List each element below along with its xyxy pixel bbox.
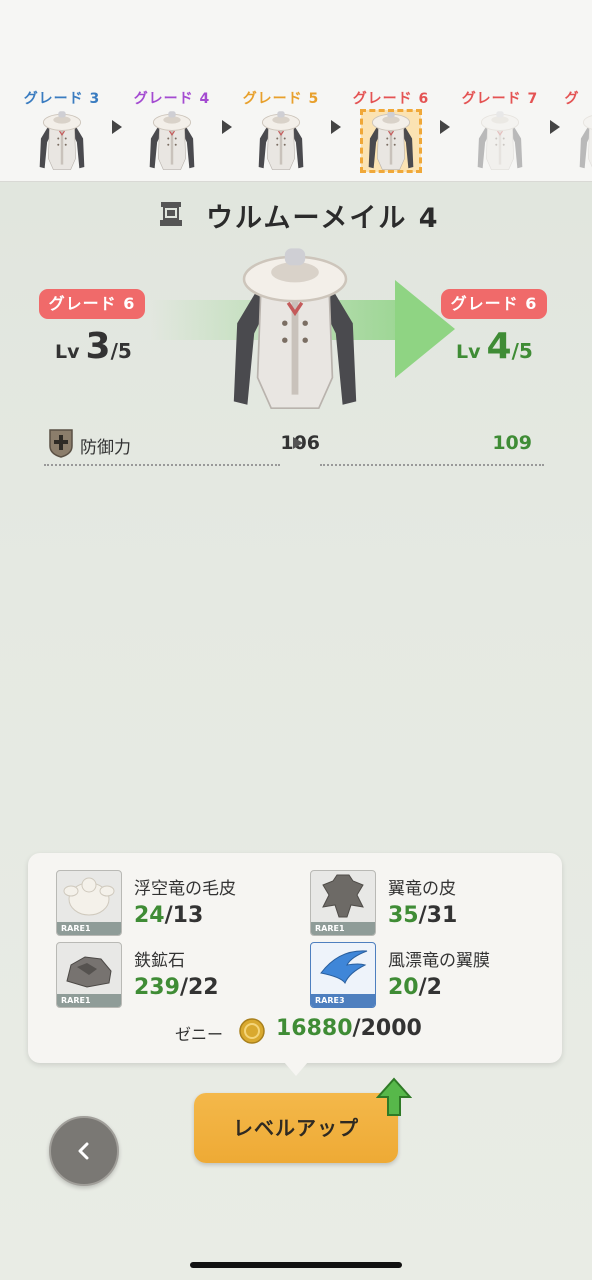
home-indicator (190, 1262, 402, 1268)
back-button[interactable] (49, 1116, 119, 1186)
level-prefix: Lv (55, 341, 80, 363)
rarity-tag: RARE1 (57, 922, 121, 935)
level-prefix: Lv (456, 341, 481, 363)
material-count: 20/2 (388, 975, 442, 1000)
required-count: /2 (418, 975, 442, 1000)
current-grade-badge: グレード 6 (39, 289, 145, 319)
armor-thumbnail-icon (360, 109, 422, 173)
rarity-tag: RARE1 (57, 994, 121, 1007)
level-max: /5 (511, 339, 533, 363)
level-max: /5 (110, 339, 132, 363)
armor-thumbnail-icon (477, 110, 523, 171)
rarity-tag: RARE1 (311, 922, 375, 935)
grade-option-8-partial[interactable]: グ (522, 88, 592, 180)
item-title-row: ウルムーメイル 4 (0, 196, 592, 236)
arrow-up-icon (376, 1077, 412, 1116)
material-thumbnail: RARE1 (310, 870, 376, 936)
hide-icon (322, 874, 364, 918)
armor-thumbnail-icon (258, 110, 304, 171)
next-grade-badge: グレード 6 (441, 289, 547, 319)
owned-count: 24 (134, 903, 165, 928)
next-level: Lv 4/5 (456, 326, 533, 367)
fur-icon (63, 877, 115, 916)
grade-option-6-selected[interactable]: グレード 6 (341, 88, 441, 180)
stat-after-value: 109 (492, 432, 532, 454)
grade-option-label: グレード 5 (242, 91, 320, 107)
required-zeny: /2000 (352, 1016, 422, 1041)
material-item[interactable]: RARE1 鉄鉱石 239/22 (56, 942, 306, 1008)
owned-count: 239 (134, 975, 180, 1000)
grade-option-3[interactable]: グレード 3 (12, 88, 112, 180)
armor-thumbnail-icon (149, 110, 195, 171)
material-item[interactable]: RARE3 風漂竜の翼膜 20/2 (310, 942, 560, 1008)
grade-option-label: グレード 3 (23, 91, 101, 107)
item-name: ウルムーメイル 4 (206, 203, 440, 234)
zeny-cost-row: ゼニー 16880/2000 (28, 1015, 562, 1049)
wing-membrane-icon (320, 950, 368, 985)
armor-preview-image (232, 246, 358, 410)
stat-before-value: 106 (280, 432, 320, 454)
dotted-divider (44, 464, 280, 466)
dotted-divider (320, 464, 544, 466)
shield-plus-icon (49, 429, 73, 458)
grade-selector-strip: グレード 3 グレード 4 グレード 5 グレード 6 グレード 7 グ (0, 0, 592, 182)
material-name: 浮空竜の毛皮 (134, 879, 236, 899)
arrow-right-icon (331, 120, 341, 134)
material-thumbnail: RARE1 (56, 870, 122, 936)
zeny-amount: 16880/2000 (276, 1016, 422, 1041)
current-level: Lv 3/5 (55, 326, 132, 367)
level-value: 3 (85, 326, 111, 367)
level-value: 4 (486, 326, 512, 367)
ore-icon (66, 956, 112, 988)
material-item[interactable]: RARE1 浮空竜の毛皮 24/13 (56, 870, 306, 936)
grade-option-label: グレード 6 (352, 91, 430, 107)
panel-pointer (284, 1062, 308, 1076)
material-count: 239/22 (134, 975, 219, 1000)
required-count: /13 (164, 903, 204, 928)
grade-option-5[interactable]: グレード 5 (231, 88, 331, 180)
triangle-right-icon (293, 437, 303, 449)
required-count: /22 (179, 975, 219, 1000)
required-count: /31 (418, 903, 458, 928)
grade-option-label: グ (564, 91, 580, 107)
material-thumbnail: RARE1 (56, 942, 122, 1008)
zeny-label: ゼニー (175, 1025, 224, 1044)
armor-type-icon (160, 202, 182, 226)
stat-row-defense: 防御力 106 109 (44, 428, 544, 468)
arrow-right-icon (112, 120, 122, 134)
material-thumbnail: RARE3 (310, 942, 376, 1008)
rarity-tag: RARE3 (311, 994, 375, 1007)
armor-thumbnail-icon (39, 110, 85, 171)
material-item[interactable]: RARE1 翼竜の皮 35/31 (310, 870, 560, 936)
owned-count: 20 (388, 975, 419, 1000)
owned-zeny: 16880 (276, 1016, 353, 1041)
coin-icon (239, 1018, 265, 1044)
grade-option-label: グレード 4 (133, 91, 211, 107)
chevron-left-icon (78, 1142, 89, 1160)
armor-thumbnail-icon (579, 110, 592, 171)
material-name: 鉄鉱石 (134, 951, 185, 971)
owned-count: 35 (388, 903, 419, 928)
arrow-right-icon (440, 120, 450, 134)
grade-option-4[interactable]: グレード 4 (122, 88, 222, 180)
material-name: 翼竜の皮 (388, 879, 456, 899)
level-up-button[interactable]: レベルアップ (194, 1093, 398, 1163)
stat-label: 防御力 (80, 438, 131, 458)
material-count: 35/31 (388, 903, 457, 928)
material-count: 24/13 (134, 903, 203, 928)
material-name: 風漂竜の翼膜 (388, 951, 490, 971)
